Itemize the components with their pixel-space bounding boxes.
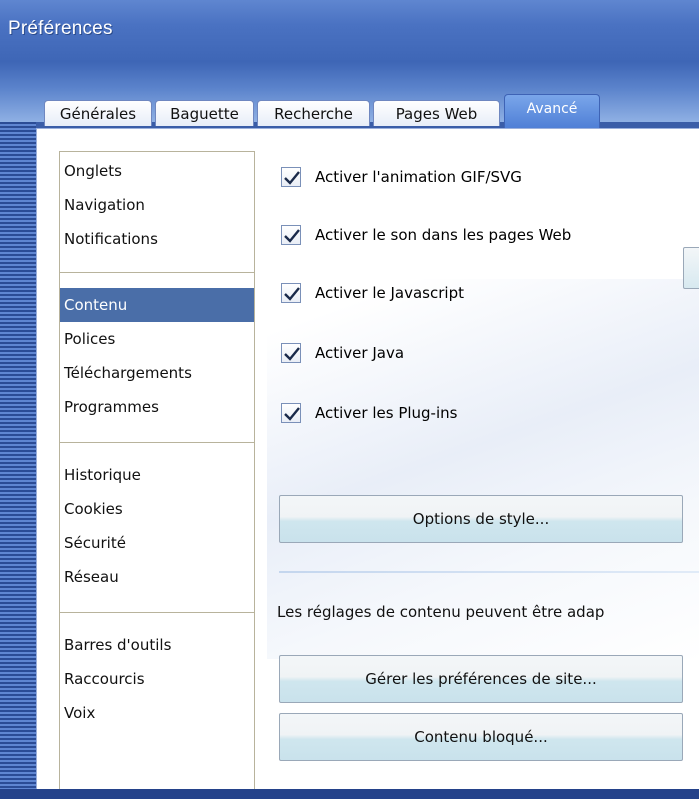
tab-baguette[interactable]: Baguette [155, 100, 254, 126]
title-bar[interactable]: Préférences [0, 0, 699, 62]
sidebar-item-polices[interactable]: Polices [60, 322, 254, 356]
checkbox-web-sound[interactable]: Activer le son dans les pages Web [281, 221, 571, 249]
checkbox-label: Activer le Javascript [315, 284, 464, 302]
category-group-2: Contenu Polices Téléchargements Programm… [60, 288, 254, 424]
checkmark-icon [284, 287, 300, 301]
checkmark-icon [284, 171, 300, 185]
bottom-edge [0, 789, 699, 799]
checkbox-plugins[interactable]: Activer les Plug-ins [281, 399, 457, 427]
checkbox[interactable] [281, 343, 301, 363]
sidebar-item-securite[interactable]: Sécurité [60, 526, 254, 560]
sidebar-item-notifications[interactable]: Notifications [60, 222, 254, 256]
sidebar-item-navigation[interactable]: Navigation [60, 188, 254, 222]
checkmark-icon [284, 347, 300, 361]
sidebar-item-onglets[interactable]: Onglets [60, 154, 254, 188]
category-list: Onglets Navigation Notifications Contenu… [59, 151, 255, 790]
sidebar-item-historique[interactable]: Historique [60, 458, 254, 492]
checkbox-javascript[interactable]: Activer le Javascript [281, 279, 464, 307]
sidebar-item-programmes[interactable]: Programmes [60, 390, 254, 424]
tab-recherche[interactable]: Recherche [257, 100, 370, 126]
checkbox[interactable] [281, 283, 301, 303]
checkbox-label: Activer les Plug-ins [315, 404, 458, 422]
style-options-button[interactable]: Options de style... [279, 495, 683, 543]
javascript-options-button[interactable] [683, 247, 699, 289]
sidebar-item-raccourcis[interactable]: Raccourcis [60, 662, 254, 696]
tab-avance[interactable]: Avancé [504, 94, 600, 128]
left-edge [0, 122, 36, 799]
tab-pages-web[interactable]: Pages Web [373, 100, 500, 126]
sidebar-item-cookies[interactable]: Cookies [60, 492, 254, 526]
separator [60, 612, 254, 613]
manage-site-preferences-button[interactable]: Gérer les préférences de site... [279, 655, 683, 703]
separator [60, 442, 254, 443]
sidebar-item-voix[interactable]: Voix [60, 696, 254, 730]
divider [279, 571, 699, 573]
sidebar-item-reseau[interactable]: Réseau [60, 560, 254, 594]
content-settings-note: Les réglages de contenu peuvent être ada… [277, 603, 605, 621]
window-title: Préférences [8, 18, 113, 39]
category-group-1: Onglets Navigation Notifications [60, 154, 254, 256]
checkbox[interactable] [281, 167, 301, 187]
checkbox-label: Activer le son dans les pages Web [315, 226, 572, 244]
category-group-4: Barres d'outils Raccourcis Voix [60, 628, 254, 730]
category-group-3: Historique Cookies Sécurité Réseau [60, 458, 254, 594]
checkmark-icon [284, 407, 300, 421]
sidebar-item-barres-outils[interactable]: Barres d'outils [60, 628, 254, 662]
checkbox[interactable] [281, 225, 301, 245]
sidebar-item-contenu[interactable]: Contenu [60, 288, 254, 322]
checkmark-icon [284, 229, 300, 243]
tab-generales[interactable]: Générales [44, 100, 152, 126]
checkbox-label: Activer l'animation GIF/SVG [315, 168, 522, 186]
checkbox-gif-svg-animation[interactable]: Activer l'animation GIF/SVG [281, 163, 522, 191]
separator [60, 272, 254, 273]
blocked-content-button[interactable]: Contenu bloqué... [279, 713, 683, 761]
sidebar-item-telechargements[interactable]: Téléchargements [60, 356, 254, 390]
checkbox[interactable] [281, 403, 301, 423]
preferences-panel: Onglets Navigation Notifications Contenu… [36, 128, 699, 790]
checkbox-label: Activer Java [315, 344, 405, 362]
checkbox-java[interactable]: Activer Java [281, 339, 404, 367]
